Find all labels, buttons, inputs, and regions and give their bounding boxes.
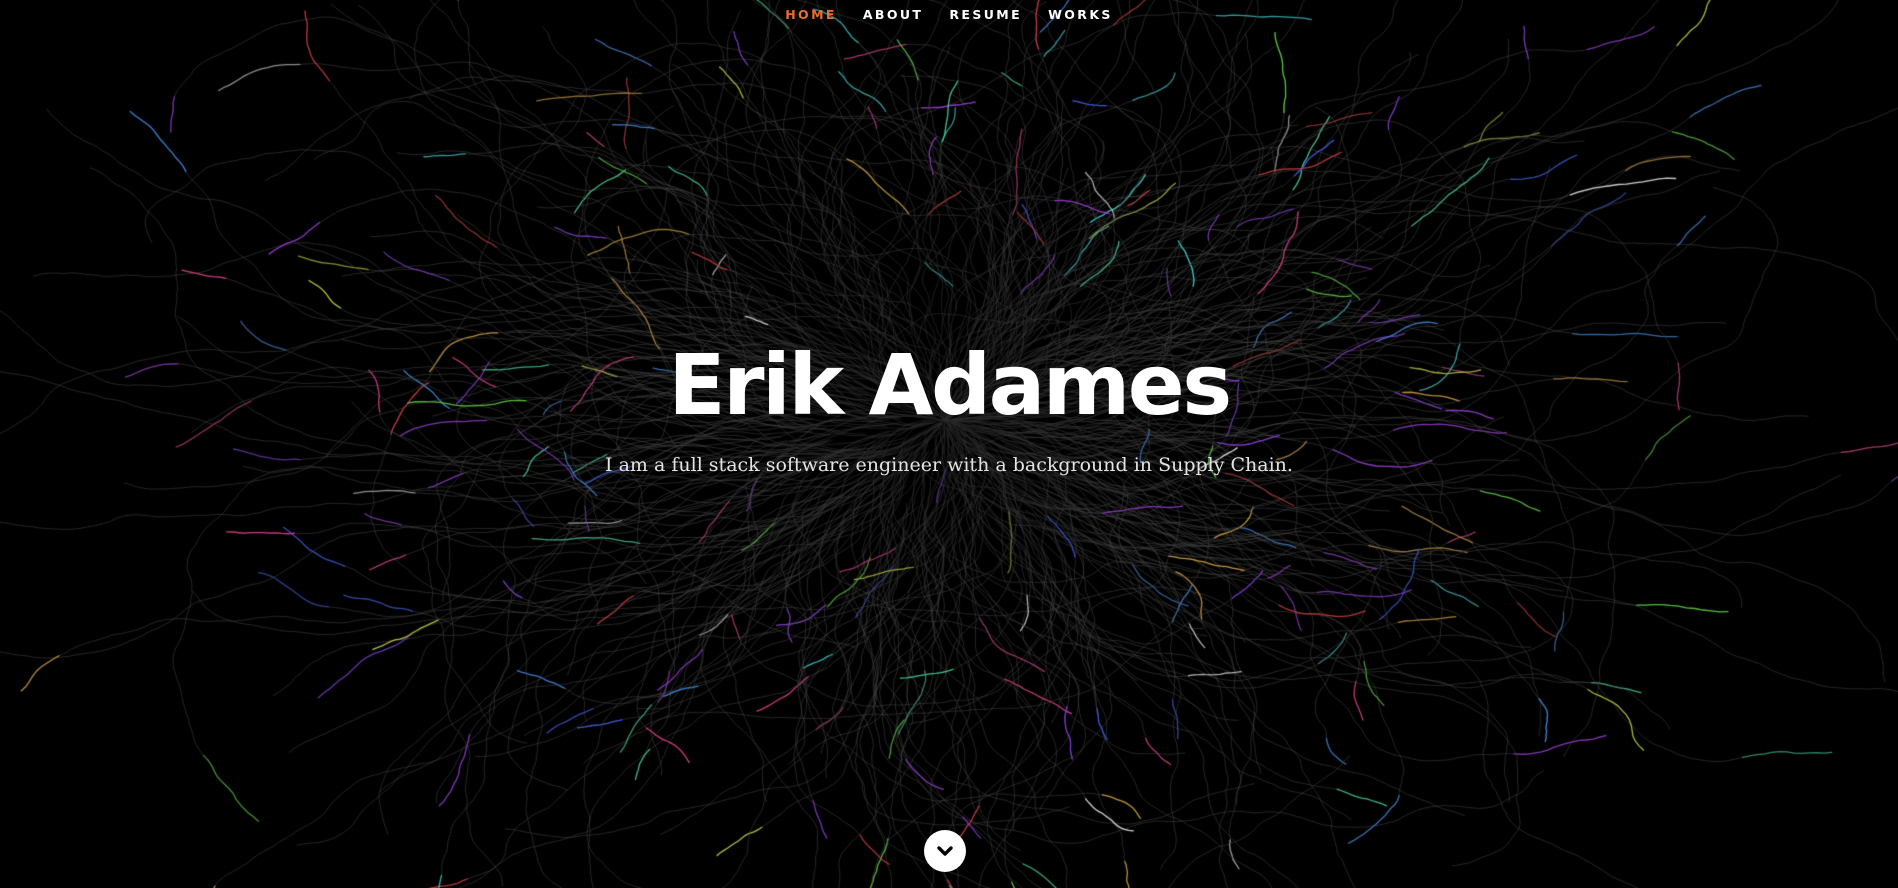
nav-works-link[interactable]: WORKS (1035, 0, 1126, 30)
chevron-down-icon (937, 846, 953, 856)
nav-resume-link[interactable]: RESUME (936, 0, 1035, 30)
scroll-down-button[interactable] (924, 830, 966, 872)
tagline: I am a full stack software engineer with… (605, 454, 1293, 476)
nav-about-link[interactable]: ABOUT (850, 0, 937, 30)
nav-home-link[interactable]: HOME (772, 0, 850, 30)
page-title: Erik Adames (668, 336, 1232, 434)
hero-section: HOME ABOUT RESUME WORKS Erik Adames I am… (0, 0, 1898, 888)
main-nav: HOME ABOUT RESUME WORKS (0, 0, 1898, 32)
nav-list: HOME ABOUT RESUME WORKS (772, 0, 1126, 30)
banner: Erik Adames I am a full stack software e… (0, 332, 1898, 478)
